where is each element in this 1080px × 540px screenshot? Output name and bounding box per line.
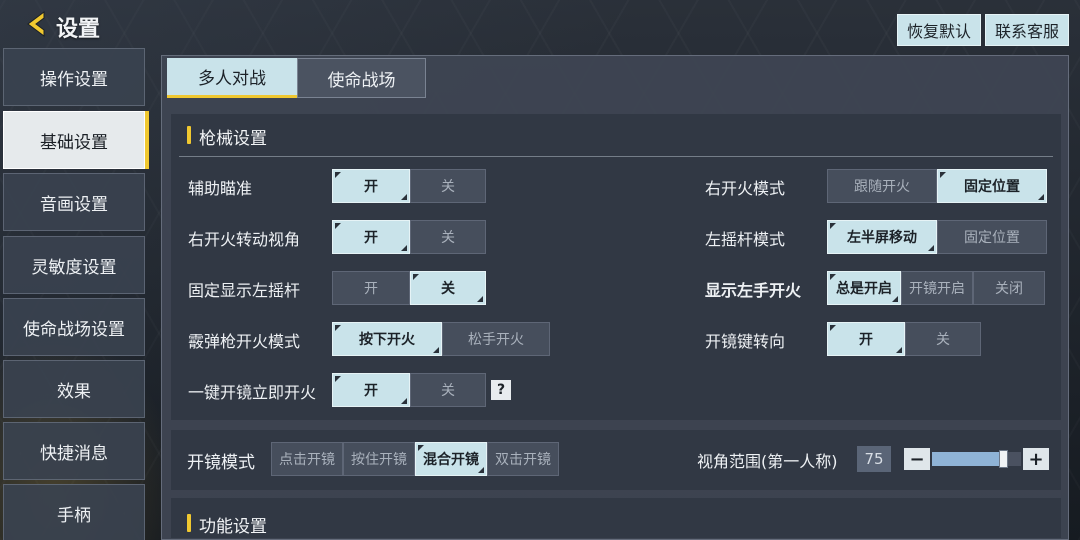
sidebar-item-controller[interactable]: 手柄 xyxy=(3,484,145,540)
sidebar-item-effects[interactable]: 效果 xyxy=(3,360,145,418)
slider-thumb[interactable] xyxy=(999,450,1009,468)
sidebar-item-basic[interactable]: 基础设置 xyxy=(3,111,145,169)
fov-increase-button[interactable]: + xyxy=(1023,448,1049,470)
fixed-left-joystick-option[interactable]: 关 xyxy=(410,271,486,305)
setting-label-fixed-left-joystick: 固定显示左摇杆 xyxy=(188,281,301,300)
restore-default-button[interactable]: 恢复默认 xyxy=(897,14,981,46)
fov-decrease-button[interactable]: − xyxy=(904,448,930,470)
scope-mode-option[interactable]: 按住开镜 xyxy=(343,442,415,476)
quick-scope-fire-option[interactable]: 开 xyxy=(332,373,410,407)
page-title: 设置 xyxy=(56,17,101,42)
setting-label-fire-rotate-view: 右开火转动视角 xyxy=(188,230,301,249)
setting-label-left-joystick-mode: 左摇杆模式 xyxy=(705,230,786,249)
setting-label-aim-assist: 辅助瞄准 xyxy=(188,179,253,198)
sidebar-item-battle-royale[interactable]: 使命战场设置 xyxy=(3,298,145,356)
aim-assist-toggle: 开 关 xyxy=(332,169,486,203)
fov-value: 75 xyxy=(857,446,891,472)
setting-label-quick-scope-fire: 一键开镜立即开火 xyxy=(188,383,317,402)
setting-label-shotgun-fire-mode: 霰弹枪开火模式 xyxy=(188,332,301,351)
scope-mode-option[interactable]: 双击开镜 xyxy=(487,442,559,476)
aim-assist-option[interactable]: 开 xyxy=(332,169,410,203)
fire-rotate-view-option[interactable]: 关 xyxy=(410,220,486,254)
left-hand-fire-option[interactable]: 开镜开启 xyxy=(901,271,973,305)
setting-label-fov: 视角范围(第一人称) xyxy=(697,452,838,471)
shotgun-fire-mode-toggle: 按下开火 松手开火 xyxy=(332,322,550,356)
right-fire-mode-option[interactable]: 固定位置 xyxy=(937,169,1047,203)
section-title: 枪械设置 xyxy=(187,124,267,149)
fov-slider[interactable]: − + xyxy=(904,448,1049,470)
setting-label-left-hand-fire: 显示左手开火 xyxy=(705,281,802,300)
left-joystick-mode-toggle: 左半屏移动 固定位置 xyxy=(827,220,1047,254)
slider-track[interactable] xyxy=(932,450,1021,468)
scope-mode-option[interactable]: 点击开镜 xyxy=(271,442,343,476)
sidebar-item-sensitivity[interactable]: 灵敏度设置 xyxy=(3,236,145,294)
scope-mode-option[interactable]: 混合开镜 xyxy=(415,442,487,476)
shotgun-fire-mode-option[interactable]: 松手开火 xyxy=(442,322,550,356)
right-fire-mode-option[interactable]: 跟随开火 xyxy=(827,169,937,203)
quick-scope-fire-toggle: 开 关 xyxy=(332,373,486,407)
shotgun-fire-mode-option[interactable]: 按下开火 xyxy=(332,322,442,356)
contact-support-button[interactable]: 联系客服 xyxy=(985,14,1069,46)
function-settings-section: 功能设置 xyxy=(171,498,1061,538)
sidebar-item-quick-chat[interactable]: 快捷消息 xyxy=(3,422,145,480)
quick-scope-fire-option[interactable]: 关 xyxy=(410,373,486,407)
sidebar-item-audio-video[interactable]: 音画设置 xyxy=(3,173,145,231)
right-fire-mode-toggle: 跟随开火 固定位置 xyxy=(827,169,1047,203)
tab-multiplayer[interactable]: 多人对战 xyxy=(167,58,297,98)
aim-assist-option[interactable]: 关 xyxy=(410,169,486,203)
fire-rotate-view-option[interactable]: 开 xyxy=(332,220,410,254)
fixed-left-joystick-toggle: 开 关 xyxy=(332,271,486,305)
gun-settings-section: 枪械设置 辅助瞄准 开 关 右开火转动视角 开 关 固定显示左摇杆 开 关 霰弹… xyxy=(171,114,1061,420)
back-arrow-icon xyxy=(27,11,45,37)
divider xyxy=(179,156,1053,157)
left-joystick-mode-option[interactable]: 固定位置 xyxy=(937,220,1047,254)
fixed-left-joystick-option[interactable]: 开 xyxy=(332,271,410,305)
setting-label-scope-turn: 开镜键转向 xyxy=(705,332,786,351)
scope-mode-toggle: 点击开镜 按住开镜 混合开镜 双击开镜 xyxy=(271,442,559,476)
left-hand-fire-toggle: 总是开启 开镜开启 关闭 xyxy=(827,271,1045,305)
left-hand-fire-option[interactable]: 关闭 xyxy=(973,271,1045,305)
fire-rotate-view-toggle: 开 关 xyxy=(332,220,486,254)
settings-panel: 多人对战 使命战场 枪械设置 辅助瞄准 开 关 右开火转动视角 开 关 固定显示… xyxy=(161,55,1069,540)
back-button[interactable] xyxy=(22,9,52,39)
scope-turn-option[interactable]: 关 xyxy=(905,322,981,356)
scope-mode-section: 开镜模式 点击开镜 按住开镜 混合开镜 双击开镜 视角范围(第一人称) 75 −… xyxy=(171,430,1061,490)
scope-turn-option[interactable]: 开 xyxy=(827,322,905,356)
tab-battle-royale[interactable]: 使命战场 xyxy=(297,58,426,98)
help-icon[interactable]: ? xyxy=(491,380,511,400)
left-joystick-mode-option[interactable]: 左半屏移动 xyxy=(827,220,937,254)
scope-turn-toggle: 开 关 xyxy=(827,322,981,356)
slider-fill xyxy=(932,452,1004,466)
section-title: 功能设置 xyxy=(187,512,267,537)
setting-label-scope-mode: 开镜模式 xyxy=(187,453,255,473)
setting-label-right-fire-mode: 右开火模式 xyxy=(705,179,786,198)
sidebar-item-controls[interactable]: 操作设置 xyxy=(3,48,145,106)
left-hand-fire-option[interactable]: 总是开启 xyxy=(827,271,901,305)
